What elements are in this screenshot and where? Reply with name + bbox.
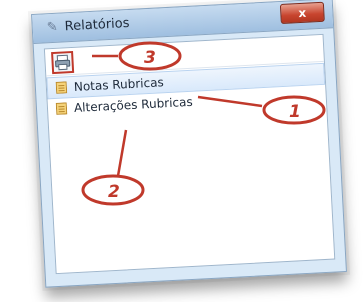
document-icon bbox=[55, 81, 68, 94]
printer-icon bbox=[55, 54, 71, 71]
print-button[interactable] bbox=[51, 50, 75, 75]
close-button[interactable]: x bbox=[279, 1, 325, 25]
screenshot-stage: ✎ Relatórios x Notas Rubricas Alterações… bbox=[0, 0, 363, 302]
tree-item-label: Notas Rubricas bbox=[73, 75, 165, 94]
window-content: Notas Rubricas Alterações Rubricas bbox=[43, 33, 336, 275]
pencil-icon: ✎ bbox=[46, 19, 59, 36]
relatorios-window: ✎ Relatórios x Notas Rubricas Alterações… bbox=[31, 0, 347, 288]
window-title: Relatórios bbox=[64, 15, 130, 35]
tree-item-label: Alterações Rubricas bbox=[73, 94, 194, 115]
document-icon bbox=[55, 102, 68, 115]
